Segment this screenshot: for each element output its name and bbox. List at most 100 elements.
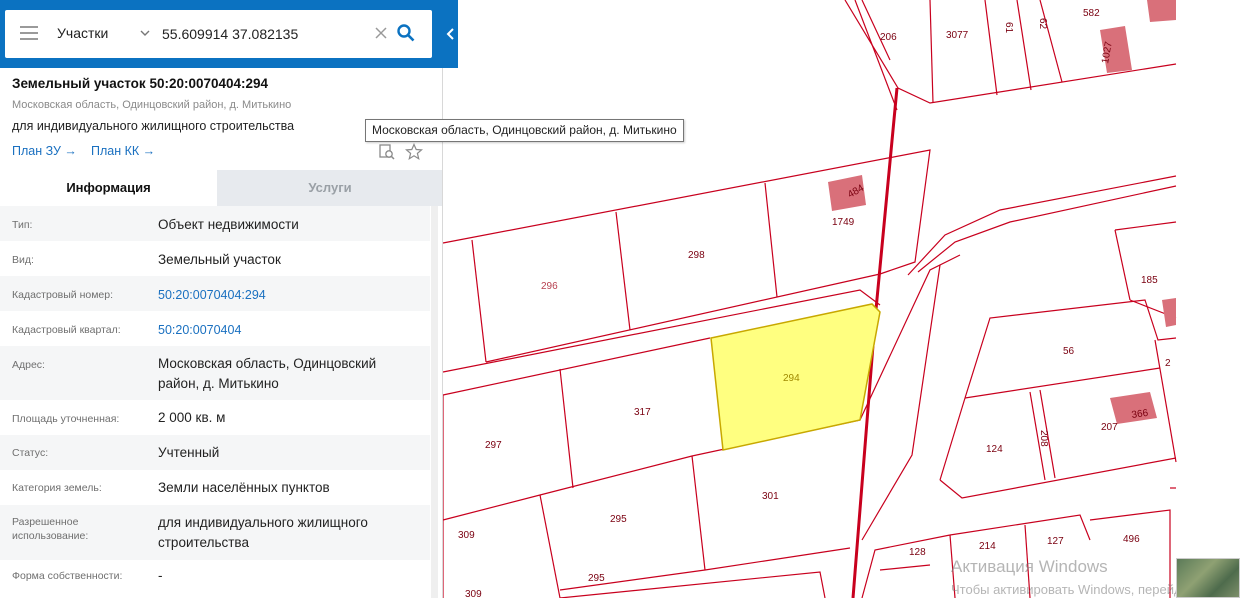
parcel-boundary[interactable]	[442, 419, 861, 521]
property-label: Кадастровый квартал:	[12, 324, 121, 336]
parcel-boundary[interactable]	[879, 564, 931, 571]
parcel-label: 582	[1083, 8, 1100, 19]
parcel-boundary[interactable]	[1114, 221, 1177, 231]
search-input[interactable]	[162, 23, 362, 45]
property-label: Форма собственности:	[12, 570, 123, 582]
panel-scrollbar[interactable]	[431, 206, 438, 598]
property-row: Разрешенное использование: для индивидуа…	[0, 505, 430, 560]
property-row: Кадастровый номер: 50:20:0070404:294	[0, 276, 430, 311]
parcel-boundary[interactable]	[539, 494, 561, 598]
property-label: Тип:	[12, 219, 33, 231]
search-box: Участки	[5, 10, 432, 58]
plan-zu-link[interactable]: План ЗУ →	[12, 144, 77, 158]
parcel-boundary[interactable]	[1114, 229, 1131, 301]
parcel-boundary[interactable]	[939, 457, 1177, 499]
cadastral-number-link[interactable]: 50:20:0070404:294	[158, 285, 420, 305]
parcel-label: 206	[880, 32, 897, 43]
parcel-label: 2	[1165, 358, 1171, 369]
parcel-label: 207	[1101, 422, 1118, 433]
property-row: Тип: Объект недвижимости	[0, 206, 430, 241]
property-value: 2 000 кв. м	[158, 410, 226, 425]
star-icon[interactable]	[405, 143, 423, 161]
menu-icon[interactable]	[20, 26, 38, 42]
property-row: Статус: Учтенный	[0, 435, 430, 470]
property-label: Разрешенное использование:	[12, 516, 89, 542]
parcel-label: 301	[762, 491, 779, 502]
plan-kk-link[interactable]: План КК →	[91, 144, 155, 158]
search-document-icon[interactable]	[378, 143, 396, 161]
property-value: для индивидуального жилищного строительс…	[158, 515, 368, 550]
parcel-boundary[interactable]	[917, 185, 1177, 273]
property-label: Категория земель:	[12, 482, 102, 494]
property-value: Московская область, Одинцовский район, д…	[158, 356, 377, 391]
parcel-label: 317	[634, 407, 651, 418]
parcel-label: 309	[465, 589, 482, 598]
parcel-label: 56	[1063, 346, 1075, 357]
parcel-boundary[interactable]	[854, 0, 898, 111]
object-title: Земельный участок 50:20:0070404:294	[12, 76, 269, 91]
cadastral-quarter-link[interactable]: 50:20:0070404	[158, 320, 420, 340]
properties-table: Тип: Объект недвижимости Вид: Земельный …	[0, 206, 430, 595]
property-row: Адрес: Московская область, Одинцовский р…	[0, 346, 430, 400]
parcel-label: 3077	[946, 30, 969, 41]
collapse-panel-icon[interactable]	[443, 24, 458, 44]
property-label: Статус:	[12, 447, 49, 459]
search-icon[interactable]	[396, 23, 416, 43]
parcel-label: 124	[986, 444, 1003, 455]
layer-select[interactable]: Участки	[57, 25, 108, 41]
road-boundary[interactable]	[442, 337, 711, 396]
parcel-boundary[interactable]	[939, 397, 966, 481]
property-value: Земельный участок	[158, 252, 281, 267]
chevron-down-icon[interactable]	[139, 27, 151, 39]
object-use: для индивидуального жилищного строительс…	[12, 119, 295, 133]
property-label: Адрес:	[12, 359, 45, 371]
windows-activation-text: Чтобы активировать Windows, перейдите в	[951, 582, 1213, 597]
property-row: Площадь уточненная: 2 000 кв. м	[0, 400, 430, 435]
tab-services[interactable]: Услуги	[217, 170, 442, 206]
parcel-boundary[interactable]	[1016, 0, 1032, 91]
property-row: Категория земель: Земли населённых пункт…	[0, 470, 430, 505]
parcel-boundary[interactable]	[984, 0, 998, 96]
parcel-label: 496	[1123, 534, 1140, 545]
parcel-boundary[interactable]	[949, 514, 1091, 541]
parcel-boundary[interactable]	[559, 368, 574, 489]
parcel-boundary[interactable]	[1039, 0, 1063, 83]
parcel-label: 296	[541, 281, 558, 292]
parcel-label: 214	[979, 541, 996, 552]
property-value: -	[158, 568, 163, 583]
property-label: Кадастровый номер:	[12, 289, 114, 301]
address-tooltip: Московская область, Одинцовский район, д…	[365, 119, 684, 142]
search-header: Участки	[0, 0, 458, 68]
building	[1162, 298, 1176, 327]
parcel-boundary[interactable]	[471, 239, 487, 363]
parcel-label: 62	[1037, 18, 1048, 30]
property-row: Форма собственности: -	[0, 560, 430, 595]
parcel-boundary[interactable]	[907, 175, 1177, 276]
parcel-label: 309	[458, 530, 475, 541]
parcel-boundary[interactable]	[615, 211, 631, 331]
property-row: Кадастровый квартал: 50:20:0070404	[0, 311, 430, 346]
info-panel: Земельный участок 50:20:0070404:294 Моск…	[0, 0, 443, 598]
parcel-label: 295	[610, 514, 627, 525]
tab-bar: Информация Услуги	[0, 170, 442, 206]
parcel-label: 185	[1141, 275, 1158, 286]
map-edge	[1177, 0, 1255, 598]
parcel-label: 294	[783, 373, 800, 384]
satellite-layer-toggle[interactable]	[1176, 558, 1240, 598]
parcel-boundary[interactable]	[964, 367, 1161, 399]
property-value: Земли населённых пунктов	[158, 480, 330, 495]
parcel-label: 208	[1038, 430, 1049, 447]
parcel-boundary[interactable]	[691, 455, 706, 571]
close-icon[interactable]	[373, 25, 389, 41]
parcel-label: 1749	[832, 217, 855, 228]
tab-information[interactable]: Информация	[0, 170, 217, 206]
parcel-boundary[interactable]	[764, 182, 778, 298]
windows-activation-title: Активация Windows	[951, 557, 1108, 576]
parcel-label: 127	[1047, 536, 1064, 547]
parcel-label: 61	[1003, 22, 1014, 34]
parcel-boundary[interactable]	[861, 534, 951, 598]
property-label: Вид:	[12, 254, 34, 266]
parcel-label: 298	[688, 250, 705, 261]
object-address: Московская область, Одинцовский район, д…	[12, 99, 292, 111]
parcel-boundary[interactable]	[929, 0, 934, 104]
